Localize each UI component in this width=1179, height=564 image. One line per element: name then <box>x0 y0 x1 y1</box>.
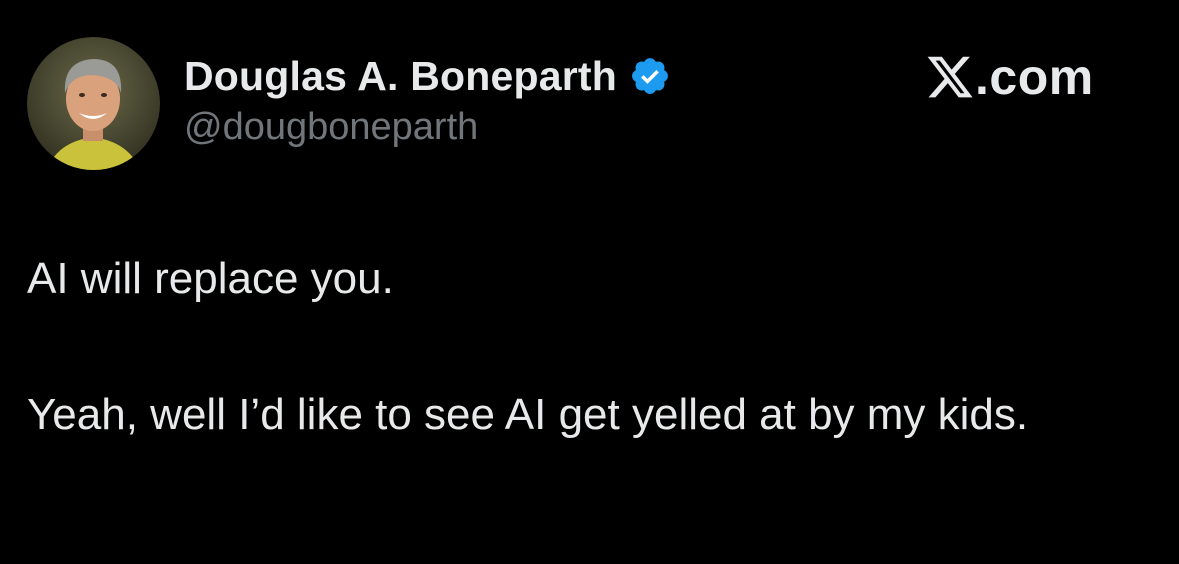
tweet-card: Douglas A. Boneparth @dougboneparth .com… <box>0 0 1179 564</box>
user-handle[interactable]: @dougboneparth <box>184 106 671 149</box>
avatar-image <box>27 37 160 170</box>
display-name[interactable]: Douglas A. Boneparth <box>184 53 617 100</box>
brand-watermark: .com <box>925 46 1094 108</box>
tweet-paragraph: Yeah, well I’d like to see AI get yelled… <box>27 390 1029 439</box>
tweet-text: AI will replace you. Yeah, well I’d like… <box>27 245 1147 449</box>
verified-badge-icon <box>629 55 671 97</box>
avatar[interactable] <box>27 37 160 170</box>
name-row: Douglas A. Boneparth <box>184 50 671 102</box>
brand-suffix: .com <box>975 49 1094 105</box>
tweet-paragraph: AI will replace you. <box>27 254 394 303</box>
author-info: Douglas A. Boneparth @dougboneparth <box>184 50 671 149</box>
x-logo-icon <box>925 52 975 102</box>
